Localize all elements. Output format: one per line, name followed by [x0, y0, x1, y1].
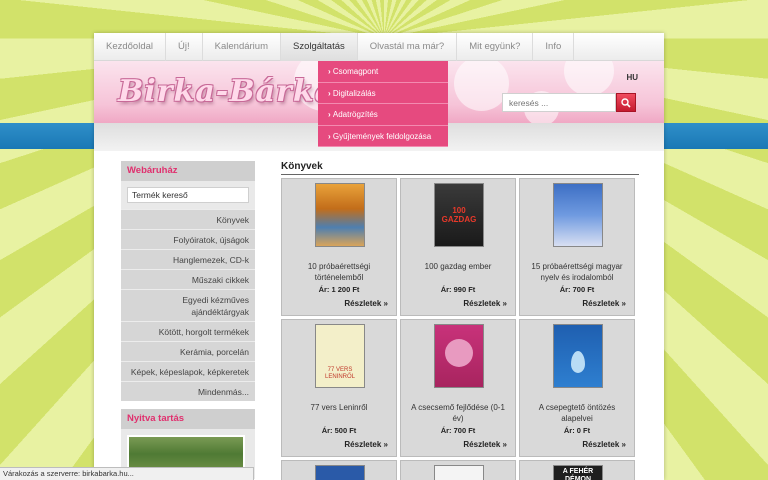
sidebar-item-ceramics[interactable]: Kerámia, porcelán [121, 341, 255, 361]
sidebar: Webáruház Könyvek Folyóiratok, újságok H… [121, 161, 255, 479]
book-cover-text: 77 VERS LENINRŐL [324, 367, 355, 380]
book-cover-illustration [445, 339, 473, 367]
nav-item-home[interactable]: Kezdőoldal [94, 33, 167, 61]
services-dropdown-menu: Csomagpont Digitalizálás Adatrögzítés Gy… [318, 61, 448, 147]
page-container: Kezdőoldal Új! Kalendárium Szolgáltatás … [94, 33, 664, 480]
product-grid: 10 próbaérettségi történelemből Ár: 1 20… [281, 178, 639, 457]
book-cover-image[interactable] [434, 465, 484, 480]
product-name[interactable]: A csepegtető öntözés alapelvei [524, 402, 630, 424]
nav-item-new[interactable]: Új! [166, 33, 203, 61]
product-grid-row: A FEHÉR DÉMON [281, 460, 639, 480]
header-flower-decoration [454, 61, 509, 111]
product-card[interactable]: 100 GAZDAG 100 gazdag ember Ár: 990 Ft R… [400, 178, 516, 316]
main-content: Könyvek 10 próbaérettségi történelemből … [281, 161, 639, 480]
header-flower-decoration [564, 61, 614, 96]
book-cover-image[interactable] [553, 324, 603, 388]
nav-item-info[interactable]: Info [533, 33, 575, 61]
book-cover-illustration [571, 351, 585, 373]
main-nav: Kezdőoldal Új! Kalendárium Szolgáltatás … [94, 33, 664, 61]
book-cover-image[interactable]: 77 VERS LENINRŐL [315, 324, 365, 388]
product-price: Ár: 990 Ft [440, 285, 476, 294]
details-link[interactable]: Részletek » [582, 440, 626, 449]
sidebar-hours-title: Nyitva tartás [121, 409, 255, 429]
sidebar-item-knitted[interactable]: Kötött, horgolt termékek [121, 321, 255, 341]
book-cover-text: A FEHÉR DÉMON [562, 468, 594, 480]
product-card[interactable] [400, 460, 516, 480]
nav-item-services[interactable]: Szolgáltatás [280, 33, 358, 61]
product-price: Ár: 1 200 Ft [318, 285, 360, 294]
product-card[interactable]: 77 VERS LENINRŐL 77 vers Leninről Ár: 50… [281, 319, 397, 457]
product-card[interactable] [281, 460, 397, 480]
sidebar-item-books[interactable]: Könyvek [121, 209, 255, 229]
sidebar-item-pictures[interactable]: Képek, képeslapok, képkeretek [121, 361, 255, 381]
dropdown-item-data-entry[interactable]: Adatrögzítés [318, 104, 448, 126]
book-cover-image[interactable]: 100 GAZDAG [434, 183, 484, 247]
page-title: Könyvek [281, 161, 639, 175]
product-name[interactable]: 15 próbaérettségi magyar nyelv és irodal… [524, 261, 630, 283]
product-name[interactable]: 10 próbaérettségi történelemből [286, 261, 392, 283]
sidebar-item-records[interactable]: Hanglemezek, CD-k [121, 249, 255, 269]
product-name[interactable]: 100 gazdag ember [405, 261, 511, 272]
product-name[interactable]: A csecsemő fejlődése (0-1 év) [405, 402, 511, 424]
book-cover-image[interactable]: A FEHÉR DÉMON [553, 465, 603, 480]
details-link[interactable]: Részletek » [582, 299, 626, 308]
dropdown-item-digitization[interactable]: Digitalizálás [318, 83, 448, 104]
book-cover-image[interactable] [434, 324, 484, 388]
sidebar-item-other[interactable]: Mindenmás... [121, 381, 255, 401]
book-cover-text: 100 GAZDAG [441, 206, 477, 224]
sidebar-item-periodicals[interactable]: Folyóiratok, újságok [121, 229, 255, 249]
browser-status-bar: Várakozás a szerverre: birkabarka.hu... [0, 467, 254, 480]
product-price: Ár: 0 Ft [563, 426, 591, 435]
product-price: Ár: 700 Ft [440, 426, 476, 435]
dropdown-item-collection-processing[interactable]: Gyűjtemények feldolgozása [318, 126, 448, 147]
product-card[interactable]: 15 próbaérettségi magyar nyelv és irodal… [519, 178, 635, 316]
book-cover-image[interactable] [315, 183, 365, 247]
dropdown-item-parcel-point[interactable]: Csomagpont [318, 61, 448, 83]
product-card[interactable]: 10 próbaérettségi történelemből Ár: 1 20… [281, 178, 397, 316]
sidebar-shop-title: Webáruház [121, 161, 255, 181]
product-name[interactable]: 77 vers Leninről [286, 402, 392, 413]
details-link[interactable]: Részletek » [463, 299, 507, 308]
site-search-button[interactable] [616, 93, 636, 112]
product-price: Ár: 700 Ft [559, 285, 595, 294]
language-selector[interactable]: HU [626, 73, 638, 82]
details-link[interactable]: Részletek » [344, 440, 388, 449]
sidebar-search-wrap [121, 181, 255, 209]
product-card[interactable]: A csepegtető öntözés alapelvei Ár: 0 Ft … [519, 319, 635, 457]
product-card[interactable]: A csecsemő fejlődése (0-1 év) Ár: 700 Ft… [400, 319, 516, 457]
product-price: Ár: 500 Ft [321, 426, 357, 435]
sidebar-item-handmade-gifts[interactable]: Egyedi kézműves ajándéktárgyak [121, 289, 255, 321]
nav-item-read-today[interactable]: Olvastál ma már? [358, 33, 458, 61]
site-logo[interactable]: Birka-Bárka [118, 74, 335, 109]
nav-item-calendar[interactable]: Kalendárium [203, 33, 281, 61]
book-cover-image[interactable] [553, 183, 603, 247]
sidebar-item-technical[interactable]: Műszaki cikkek [121, 269, 255, 289]
site-search-input[interactable] [502, 93, 616, 112]
details-link[interactable]: Részletek » [463, 440, 507, 449]
details-link[interactable]: Részletek » [344, 299, 388, 308]
magnifier-icon [621, 97, 631, 108]
book-cover-image[interactable] [315, 465, 365, 480]
product-search-input[interactable] [127, 187, 249, 203]
product-card[interactable]: A FEHÉR DÉMON [519, 460, 635, 480]
nav-item-what-to-eat[interactable]: Mit együnk? [457, 33, 534, 61]
